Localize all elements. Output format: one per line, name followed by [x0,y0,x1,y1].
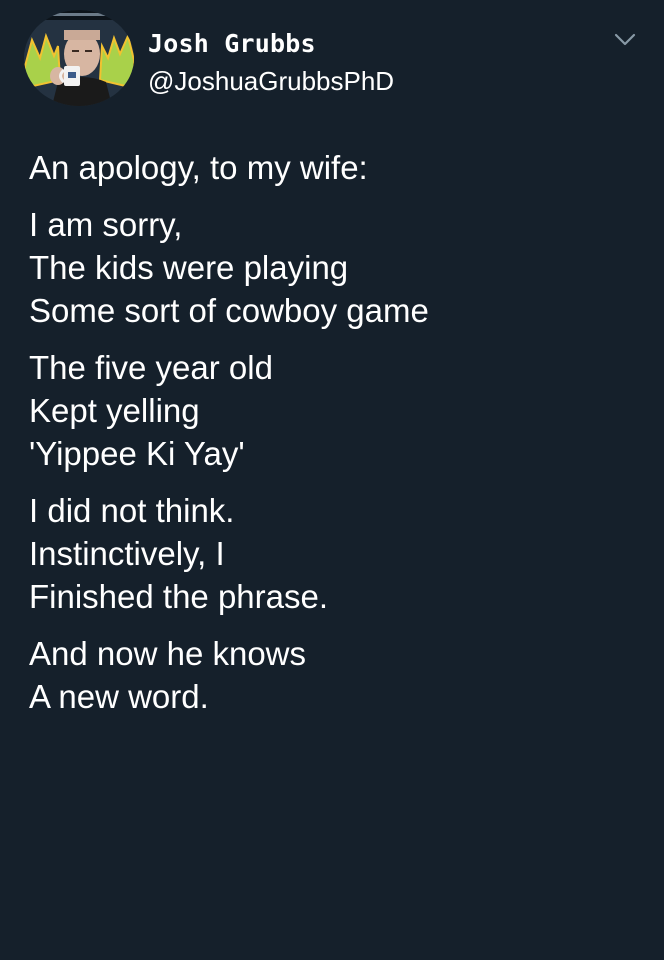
tweet-card: Josh Grubbs @JoshuaGrubbsPhD An apology,… [0,0,664,960]
tweet-line: An apology, to my wife: [29,149,368,186]
tweet-line: Some sort of cowboy game [29,292,429,329]
tweet-line: And now he knows [29,635,307,672]
avatar[interactable] [24,10,134,106]
tweet-line: Kept yelling [29,392,200,429]
author-handle[interactable]: @JoshuaGrubbsPhD [148,66,394,97]
tweet-text: An apology, to my wife: I am sorry, The … [29,146,639,718]
avatar-image [24,10,134,106]
chevron-down-icon[interactable] [612,28,638,50]
tweet-line: I am sorry, [29,206,183,243]
tweet-header: Josh Grubbs @JoshuaGrubbsPhD [22,8,642,112]
tweet-line: The five year old [29,349,273,386]
tweet-line: The kids were playing [29,249,349,286]
tweet-line: I did not think. [29,492,235,529]
tweet-line: 'Yippee Ki Yay' [29,435,245,472]
tweet-line: Finished the phrase. [29,578,329,615]
author-display-name[interactable]: Josh Grubbs [148,29,316,58]
tweet-line: Instinctively, I [29,535,225,572]
tweet-line: A new word. [29,678,209,715]
